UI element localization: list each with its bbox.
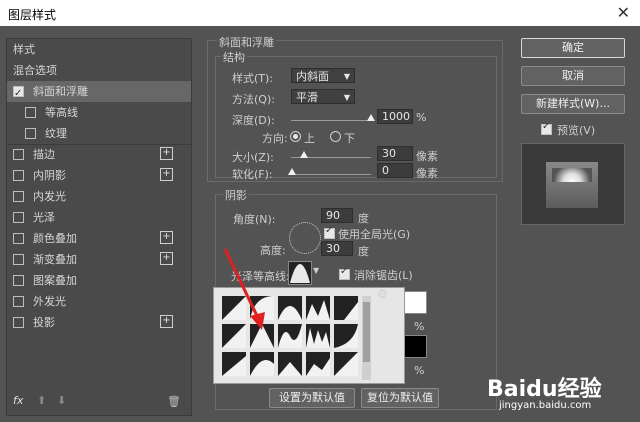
style-preview-box (521, 143, 625, 225)
baidu-watermark-url: jingyan.baidu.com (499, 400, 592, 411)
preview-label: 预览(V) (557, 124, 596, 137)
baidu-watermark: Baidu经验 (487, 377, 602, 402)
new-style-button[interactable]: 新建样式(W)... (521, 94, 625, 114)
cancel-button[interactable]: 取消 (521, 66, 625, 86)
ok-button[interactable]: 确定 (521, 38, 625, 58)
preview-checkbox[interactable] (541, 121, 552, 135)
